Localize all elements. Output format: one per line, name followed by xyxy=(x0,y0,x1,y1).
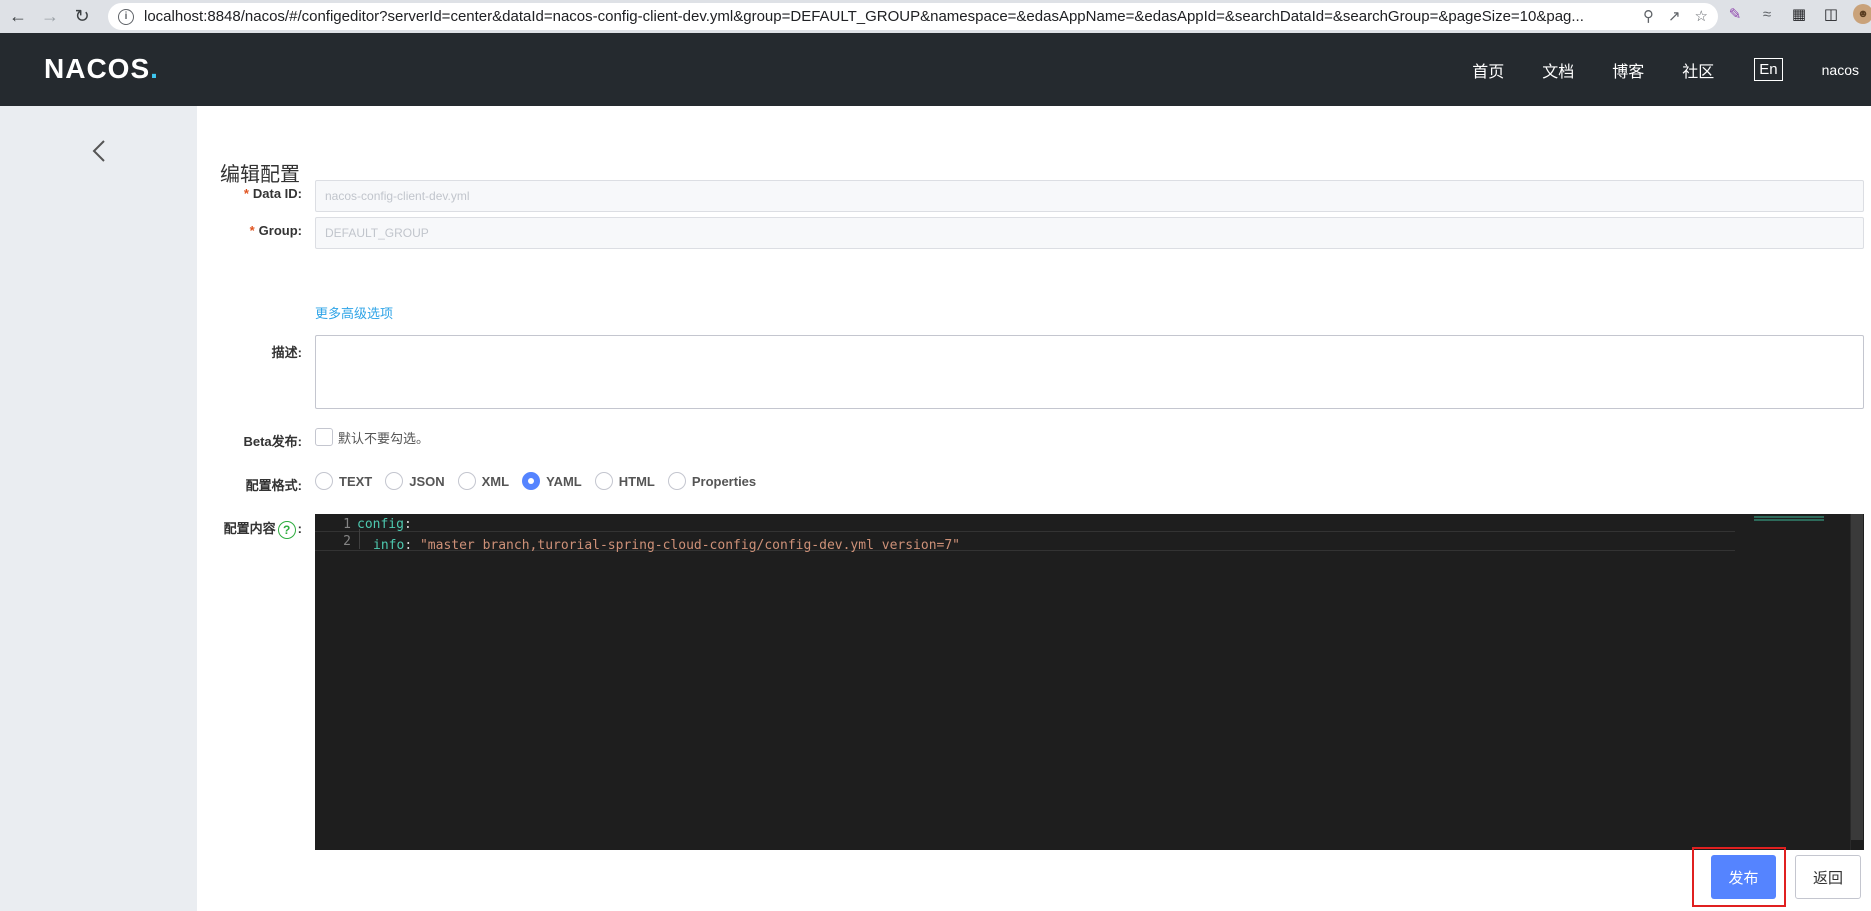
format-option-json[interactable]: JSON xyxy=(385,472,445,490)
description-label: 描述: xyxy=(271,345,302,360)
group-input[interactable]: DEFAULT_GROUP xyxy=(315,217,1864,249)
bookmark-star-icon[interactable]: ☆ xyxy=(1695,7,1708,25)
format-label: 配置格式: xyxy=(245,478,302,493)
content-label: 配置内容?: xyxy=(224,518,302,539)
nacos-logo[interactable]: NACOS. xyxy=(44,53,159,85)
nav-home[interactable]: 首页 xyxy=(1472,58,1504,82)
content-label-colon: : xyxy=(297,521,302,536)
data-id-label: * Data ID: xyxy=(244,186,302,201)
yaml-colon: : xyxy=(404,538,420,553)
description-textarea[interactable] xyxy=(315,335,1864,409)
code-editor[interactable]: 1 config: 2 info: "master branch,turoria… xyxy=(315,514,1864,850)
indent-guide xyxy=(359,529,373,549)
extensions-puzzle-icon[interactable]: ▦ xyxy=(1789,4,1809,24)
yaml-key: info xyxy=(373,538,405,553)
data-id-input[interactable]: nacos-config-client-dev.yml xyxy=(315,180,1864,212)
page-title: 编辑配置 xyxy=(220,164,300,186)
scrollbar-thumb[interactable] xyxy=(1851,514,1863,840)
language-switch[interactable]: En xyxy=(1754,58,1783,81)
format-option-html[interactable]: HTML xyxy=(594,472,655,490)
browser-toolbar: ← → ↻ i localhost:8848/nacos/#/configedi… xyxy=(0,0,1871,33)
data-id-label-text: Data ID: xyxy=(252,186,302,201)
chevron-left-icon[interactable] xyxy=(84,136,114,166)
format-option-properties[interactable]: Properties xyxy=(667,472,757,490)
radio-label: YAML xyxy=(546,473,582,489)
sidebar xyxy=(0,106,197,911)
reload-icon[interactable]: ↻ xyxy=(68,3,96,31)
yaml-value: "master branch,turorial-spring-cloud-con… xyxy=(419,538,961,553)
format-option-yaml[interactable]: YAML xyxy=(522,472,582,490)
logo-text: NACOS xyxy=(44,53,151,84)
back-button[interactable]: 返回 xyxy=(1795,855,1861,899)
back-arrow-icon[interactable]: ← xyxy=(4,3,32,31)
group-label: * Group: xyxy=(250,223,302,238)
address-bar[interactable]: i localhost:8848/nacos/#/configeditor?se… xyxy=(108,3,1718,30)
format-option-text[interactable]: TEXT xyxy=(315,472,372,490)
zoom-icon[interactable]: ⚲ xyxy=(1643,7,1654,25)
radio-label: JSON xyxy=(409,473,445,489)
chart-extension-icon[interactable]: ≈ xyxy=(1757,4,1777,24)
radio-label: HTML xyxy=(618,473,655,489)
advanced-options-link[interactable]: 更多高级选项 xyxy=(315,303,393,322)
radio-button[interactable] xyxy=(594,472,613,490)
format-radio-group: TEXT JSON XML YAML HTML Properties xyxy=(315,472,769,490)
line-number: 1 xyxy=(343,516,351,532)
app-header: NACOS. 首页 文档 博客 社区 En nacos xyxy=(0,33,1871,106)
share-icon[interactable]: ↗ xyxy=(1668,7,1681,25)
required-mark: * xyxy=(249,223,255,238)
pen-extension-icon[interactable]: ✎ xyxy=(1725,4,1745,24)
address-url[interactable]: localhost:8848/nacos/#/configeditor?serv… xyxy=(144,8,1614,25)
radio-label: Properties xyxy=(691,473,757,489)
beta-checkbox-text: 默认不要勾选。 xyxy=(338,431,430,446)
beta-checkbox[interactable] xyxy=(315,428,333,446)
logo-dot: . xyxy=(150,53,159,84)
nav-community[interactable]: 社区 xyxy=(1682,58,1714,82)
beta-label: Beta发布: xyxy=(243,434,302,449)
radio-label: XML xyxy=(481,473,510,489)
radio-button[interactable] xyxy=(315,472,333,490)
nav-docs[interactable]: 文档 xyxy=(1542,58,1574,82)
required-mark: * xyxy=(243,186,249,201)
help-icon[interactable]: ? xyxy=(277,520,296,539)
radio-button[interactable] xyxy=(385,472,404,490)
radio-button[interactable] xyxy=(667,472,686,490)
line-number: 2 xyxy=(343,533,351,549)
line-code: info: "master branch,turorial-spring-clo… xyxy=(357,529,960,553)
radio-button-selected[interactable] xyxy=(522,472,541,490)
profile-avatar-icon[interactable]: ☻ xyxy=(1853,4,1871,24)
config-editor-form: 编辑配置 * Data ID: nacos-config-client-dev.y… xyxy=(197,106,1871,911)
editor-line-current: 2 info: "master branch,turorial-spring-c… xyxy=(315,529,1735,553)
forward-arrow-icon[interactable]: → xyxy=(36,3,64,31)
group-label-text: Group: xyxy=(258,223,302,238)
top-nav: 首页 文档 博客 社区 En nacos xyxy=(1453,33,1859,106)
editor-scrollbar[interactable] xyxy=(1850,514,1864,850)
user-menu[interactable]: nacos xyxy=(1822,62,1859,78)
nav-blog[interactable]: 博客 xyxy=(1612,58,1644,82)
side-panel-icon[interactable]: ◫ xyxy=(1821,4,1841,24)
radio-label: TEXT xyxy=(339,473,373,489)
site-info-icon[interactable]: i xyxy=(118,8,134,25)
content-label-text: 配置内容 xyxy=(223,521,276,536)
publish-button[interactable]: 发布 xyxy=(1711,855,1776,899)
editor-minimap[interactable] xyxy=(1754,516,1824,522)
radio-button[interactable] xyxy=(457,472,476,490)
format-option-xml[interactable]: XML xyxy=(457,472,510,490)
